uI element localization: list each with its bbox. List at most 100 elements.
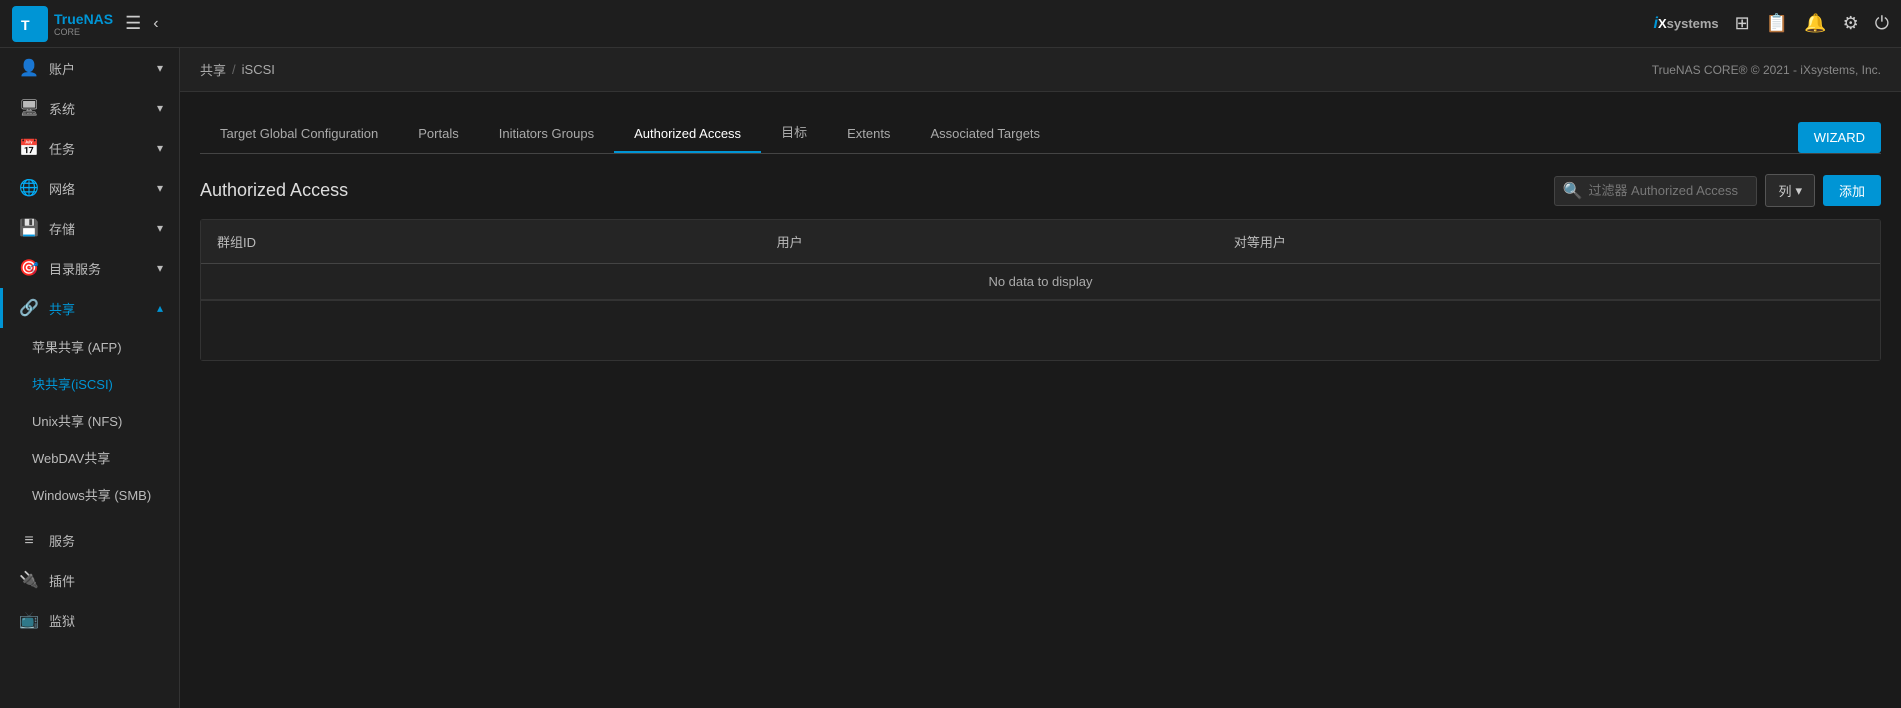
- tab-associated-targets[interactable]: Associated Targets: [910, 116, 1060, 153]
- main-layout: 👤 账户 ▾ 🖥 系统 ▾ 📅 任务 ▾ 🌐 网络 ▾ 💾 存储 ▾ 🎯 目录服…: [0, 48, 1901, 708]
- columns-button[interactable]: 列 ▾: [1765, 174, 1815, 207]
- sidebar-item-label: 账户: [49, 59, 75, 78]
- chevron-down-icon: ▾: [157, 101, 163, 115]
- sidebar-item-network[interactable]: 🌐 网络 ▾: [0, 168, 179, 208]
- sidebar-sub-item-webdav[interactable]: WebDAV共享: [0, 439, 179, 476]
- sharing-icon: 🔗: [19, 298, 39, 318]
- no-data-row: No data to display: [201, 264, 1880, 300]
- col-peer-user: 对等用户: [1218, 220, 1880, 264]
- sidebar-item-plugins[interactable]: 🔌 插件: [0, 560, 179, 600]
- sidebar-item-jail[interactable]: 📺 监狱: [0, 600, 179, 640]
- sidebar-item-system[interactable]: 🖥 系统 ▾: [0, 88, 179, 128]
- directory-icon: 🎯: [19, 258, 39, 278]
- jail-icon: 📺: [19, 610, 39, 630]
- sidebar-sub-label: 块共享(iSCSI): [32, 374, 113, 393]
- sidebar-item-tasks[interactable]: 📅 任务 ▾: [0, 128, 179, 168]
- tabs-group: Target Global Configuration Portals Init…: [200, 112, 1798, 153]
- tab-initiators-groups[interactable]: Initiators Groups: [479, 116, 614, 153]
- breadcrumb-part-sharing: 共享: [200, 60, 226, 79]
- sidebar-item-label: 存储: [49, 219, 75, 238]
- chevron-up-icon: ▴: [157, 301, 163, 315]
- sidebar-item-account[interactable]: 👤 账户 ▾: [0, 48, 179, 88]
- sidebar: 👤 账户 ▾ 🖥 系统 ▾ 📅 任务 ▾ 🌐 网络 ▾ 💾 存储 ▾ 🎯 目录服…: [0, 48, 180, 708]
- wizard-button[interactable]: WIZARD: [1798, 122, 1881, 153]
- page-content: Target Global Configuration Portals Init…: [180, 92, 1901, 708]
- power-icon[interactable]: ⏻: [1875, 13, 1889, 34]
- logo: T TrueNAS CORE: [12, 6, 113, 42]
- breadcrumb-part-iscsi: iSCSI: [242, 62, 275, 77]
- svg-text:T: T: [21, 17, 30, 33]
- topbar-left: T TrueNAS CORE ☰ ‹: [12, 6, 159, 42]
- search-input[interactable]: [1588, 183, 1748, 198]
- sidebar-sub-item-nfs[interactable]: Unix共享 (NFS): [0, 402, 179, 439]
- sidebar-item-label: 系统: [49, 99, 75, 118]
- search-icon: 🔍: [1563, 181, 1583, 201]
- sidebar-item-label: 服务: [49, 531, 75, 550]
- sidebar-sub-item-afp[interactable]: 苹果共享 (AFP): [0, 328, 179, 365]
- breadcrumb-separator: /: [232, 62, 236, 77]
- logo-icon: T: [12, 6, 48, 42]
- data-table-wrapper: 群组ID 用户 对等用户 No data to display: [200, 219, 1881, 361]
- ixsystems-logo: iXsystems: [1654, 15, 1719, 33]
- sidebar-item-label: 监狱: [49, 611, 75, 630]
- tab-target-global[interactable]: Target Global Configuration: [200, 116, 398, 153]
- sidebar-item-directory[interactable]: 🎯 目录服务 ▾: [0, 248, 179, 288]
- chevron-down-icon: ▾: [157, 221, 163, 235]
- col-group-id: 群组ID: [201, 220, 761, 264]
- tab-authorized-access[interactable]: Authorized Access: [614, 116, 761, 153]
- sidebar-item-label: 网络: [49, 179, 75, 198]
- filter-box[interactable]: 🔍: [1554, 176, 1758, 206]
- breadcrumb: 共享 / iSCSI TrueNAS CORE® © 2021 - iXsyst…: [180, 48, 1901, 92]
- tab-portals[interactable]: Portals: [398, 116, 478, 153]
- back-button[interactable]: ‹: [153, 15, 158, 33]
- topbar: T TrueNAS CORE ☰ ‹ iXsystems ⊞ 📋 🔔 ⚙ ⏻: [0, 0, 1901, 48]
- sidebar-sub-item-smb[interactable]: Windows共享 (SMB): [0, 476, 179, 513]
- storage-icon: 💾: [19, 218, 39, 238]
- table-header-row: 群组ID 用户 对等用户: [201, 220, 1880, 264]
- sidebar-sub-label: Unix共享 (NFS): [32, 411, 122, 430]
- sidebar-sub-label: WebDAV共享: [32, 448, 110, 467]
- columns-btn-label: 列: [1778, 181, 1791, 200]
- network-icon: 🌐: [19, 178, 39, 198]
- logo-text-block: TrueNAS CORE: [54, 11, 113, 37]
- sidebar-sub-label: Windows共享 (SMB): [32, 485, 151, 504]
- sidebar-item-services[interactable]: ≡ 服务: [0, 521, 179, 560]
- sidebar-item-sharing[interactable]: 🔗 共享 ▴: [0, 288, 179, 328]
- sidebar-item-storage[interactable]: 💾 存储 ▾: [0, 208, 179, 248]
- sidebar-item-label: 任务: [49, 139, 75, 158]
- authorized-access-table: 群组ID 用户 对等用户 No data to display: [201, 220, 1880, 300]
- section-actions: 🔍 列 ▾ 添加: [1554, 174, 1881, 207]
- sidebar-sub-label: 苹果共享 (AFP): [32, 337, 122, 356]
- chevron-down-icon: ▾: [157, 61, 163, 75]
- sidebar-item-label: 共享: [49, 299, 75, 318]
- settings-icon[interactable]: ⚙: [1843, 13, 1859, 34]
- chevron-down-icon: ▾: [1795, 183, 1802, 199]
- tab-targets[interactable]: 目标: [761, 112, 827, 153]
- col-user: 用户: [761, 220, 1218, 264]
- section-header: Authorized Access 🔍 列 ▾ 添加: [200, 174, 1881, 207]
- logo-subtext: CORE: [54, 27, 113, 37]
- bell-icon[interactable]: 🔔: [1804, 13, 1826, 34]
- tab-extents[interactable]: Extents: [827, 116, 910, 153]
- breadcrumb-path: 共享 / iSCSI: [200, 60, 275, 79]
- chevron-down-icon: ▾: [157, 261, 163, 275]
- content-area: 共享 / iSCSI TrueNAS CORE® © 2021 - iXsyst…: [180, 48, 1901, 708]
- tasks-icon: 📅: [19, 138, 39, 158]
- table-footer-space: [201, 300, 1880, 360]
- system-icon: 🖥: [19, 98, 39, 118]
- topbar-right: iXsystems ⊞ 📋 🔔 ⚙ ⏻: [1654, 13, 1890, 34]
- plugins-icon: 🔌: [19, 570, 39, 590]
- section-title: Authorized Access: [200, 180, 348, 201]
- brand-text: TrueNAS CORE® © 2021 - iXsystems, Inc.: [1652, 63, 1881, 77]
- no-data-cell: No data to display: [201, 264, 1880, 300]
- sidebar-sub-item-iscsi[interactable]: 块共享(iSCSI): [0, 365, 179, 402]
- hamburger-button[interactable]: ☰: [125, 13, 141, 34]
- chevron-down-icon: ▾: [157, 181, 163, 195]
- sidebar-item-label: 目录服务: [49, 259, 101, 278]
- sidebar-item-label: 插件: [49, 571, 75, 590]
- add-button[interactable]: 添加: [1823, 175, 1881, 206]
- clipboard-icon[interactable]: 📋: [1766, 13, 1788, 34]
- services-icon: ≡: [19, 532, 39, 550]
- apps-icon[interactable]: ⊞: [1735, 13, 1750, 34]
- logo-name: TrueNAS: [54, 11, 113, 27]
